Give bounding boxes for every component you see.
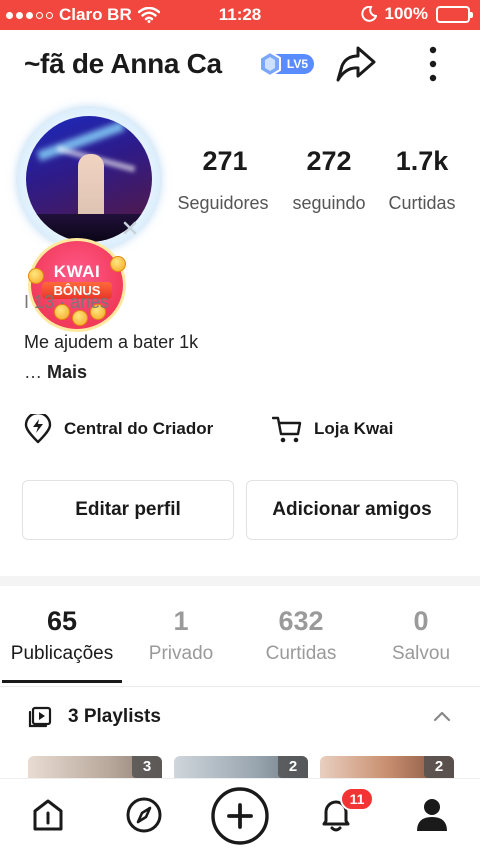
battery-percent: 100% <box>384 4 428 23</box>
playlist-count: 2 <box>424 756 454 778</box>
status-bar-right: 100% <box>360 4 473 24</box>
tab-liked[interactable]: 632 Curtidas <box>246 606 356 665</box>
tab-private[interactable]: 1 Privado <box>126 606 236 665</box>
nav-home[interactable] <box>28 795 68 835</box>
playlists-label: 3 Playlists <box>68 706 161 727</box>
home-icon <box>33 799 63 831</box>
nav-discover[interactable] <box>124 795 164 835</box>
followers-count: 271 <box>202 146 248 176</box>
discover-compass-icon <box>126 797 162 833</box>
level-gem-icon <box>259 51 281 77</box>
tab-publications-label: Publicações <box>10 643 114 664</box>
playlist-count: 2 <box>278 756 308 778</box>
close-icon[interactable] <box>122 220 138 236</box>
coin-icon <box>110 256 126 272</box>
do-not-disturb-moon-icon <box>360 6 377 22</box>
lightning-location-icon <box>24 414 52 444</box>
tab-saved[interactable]: 0 Salvou <box>370 606 472 665</box>
share-arrow-icon[interactable] <box>332 42 378 86</box>
status-bar: Claro BR 11:28 100% <box>0 0 480 30</box>
stat-likes[interactable]: 1.7k Curtidas <box>366 146 478 214</box>
more-label: Mais <box>47 362 88 382</box>
tab-saved-count: 0 <box>413 606 429 636</box>
kwai-shop-label: Loja Kwai <box>314 419 394 438</box>
level-badge[interactable]: LV5 <box>259 51 314 77</box>
creator-center-label: Central do Criador <box>64 419 214 438</box>
likes-count: 1.7k <box>395 146 449 176</box>
profile-info-line: I 13 · aries <box>24 292 110 312</box>
add-friends-button[interactable]: Adicionar amigos <box>246 480 458 540</box>
tab-publications-count: 65 <box>46 606 78 636</box>
coin-icon <box>28 268 44 284</box>
nav-create[interactable] <box>210 786 270 846</box>
notification-count-badge: 11 <box>340 787 374 811</box>
shopping-cart-icon <box>272 416 302 443</box>
tabs-divider <box>0 686 480 687</box>
profile-avatar[interactable] <box>18 108 160 250</box>
playlist-icon <box>28 706 52 728</box>
tab-private-count: 1 <box>173 606 189 636</box>
tab-liked-count: 632 <box>278 606 324 636</box>
create-plus-icon <box>211 787 269 845</box>
battery-icon <box>436 5 473 23</box>
kwai-shop-link[interactable]: Loja Kwai <box>272 414 393 444</box>
active-tab-indicator <box>2 680 122 683</box>
stat-followers[interactable]: 271 Seguidores <box>170 146 280 214</box>
edit-profile-button[interactable]: Editar perfil <box>22 480 234 540</box>
profile-header: ~fã de Anna Ca LV5 <box>0 30 480 100</box>
followers-label: Seguidores <box>177 193 269 213</box>
content-tabs: 65 Publicações 1 Privado 632 Curtidas 0 … <box>0 596 480 684</box>
nav-profile[interactable] <box>412 795 452 835</box>
tab-publications[interactable]: 65 Publicações <box>2 606 122 665</box>
likes-label: Curtidas <box>388 193 456 213</box>
profile-username: ~fã de Anna Ca <box>24 48 222 79</box>
tab-saved-label: Salvou <box>391 643 451 664</box>
section-divider <box>0 576 480 586</box>
profile-bio: Me ajudem a bater 1k <box>24 332 199 352</box>
more-vertical-icon[interactable] <box>418 42 448 86</box>
tab-private-label: Privado <box>148 643 214 664</box>
playlists-header[interactable]: 3 Playlists <box>0 694 480 742</box>
bio-more-link[interactable]: … Mais <box>24 362 87 383</box>
creator-center-link[interactable]: Central do Criador <box>24 414 213 444</box>
profile-icon <box>417 799 447 831</box>
playlist-count: 3 <box>132 756 162 778</box>
chevron-up-icon[interactable] <box>432 708 452 724</box>
profile-stats: 271 Seguidores 272 seguindo 1.7k Curtida… <box>170 146 470 226</box>
level-label: LV5 <box>286 57 308 71</box>
kwai-bonus-widget[interactable]: KWAI BÔNUS <box>28 238 126 332</box>
tab-liked-label: Curtidas <box>265 643 337 664</box>
bottom-navigation: 11 <box>0 778 480 852</box>
ellipsis: … <box>24 362 48 382</box>
